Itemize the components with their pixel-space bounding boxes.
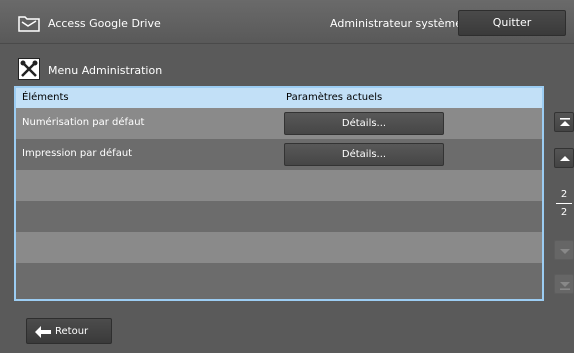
back-button-label: Retour <box>55 326 89 337</box>
table-row-empty <box>16 170 542 201</box>
scan-details-button[interactable]: Détails... <box>284 112 444 135</box>
section-title: Menu Administration <box>48 64 163 77</box>
print-details-button[interactable]: Détails... <box>284 143 444 166</box>
column-header-current-settings: Paramètres actuels <box>286 92 383 103</box>
current-page: 2 <box>556 186 572 204</box>
column-header-elements: Éléments <box>22 92 69 103</box>
app-title: Access Google Drive <box>48 17 161 30</box>
scroll-top-button[interactable] <box>554 112 574 132</box>
total-pages: 2 <box>560 207 568 218</box>
scroll-down-button[interactable] <box>554 240 574 260</box>
table-row-empty <box>16 232 542 263</box>
quit-button[interactable]: Quitter <box>458 10 566 36</box>
tools-icon <box>18 58 40 80</box>
admin-user-label: Administrateur système <box>330 17 463 30</box>
row-label-scan-default: Numérisation par défaut <box>22 117 145 128</box>
top-bar: Access Google Drive Administrateur systè… <box>0 0 574 44</box>
row-label-print-default: Impression par défaut <box>22 148 133 159</box>
table-row-empty <box>16 201 542 232</box>
scroll-up-button[interactable] <box>554 148 574 168</box>
settings-table: Éléments Paramètres actuels Numérisation… <box>14 86 544 301</box>
table-row-empty <box>16 263 542 299</box>
page-indicator: 2 2 <box>556 186 572 224</box>
back-button[interactable]: Retour <box>26 318 112 344</box>
scroll-bottom-button[interactable] <box>554 274 574 294</box>
drive-folder-icon <box>18 14 40 32</box>
arrow-left-icon <box>35 326 51 338</box>
table-row: Numérisation par défaut Détails... <box>16 108 542 139</box>
table-header: Éléments Paramètres actuels <box>16 88 542 108</box>
table-row: Impression par défaut Détails... <box>16 139 542 170</box>
